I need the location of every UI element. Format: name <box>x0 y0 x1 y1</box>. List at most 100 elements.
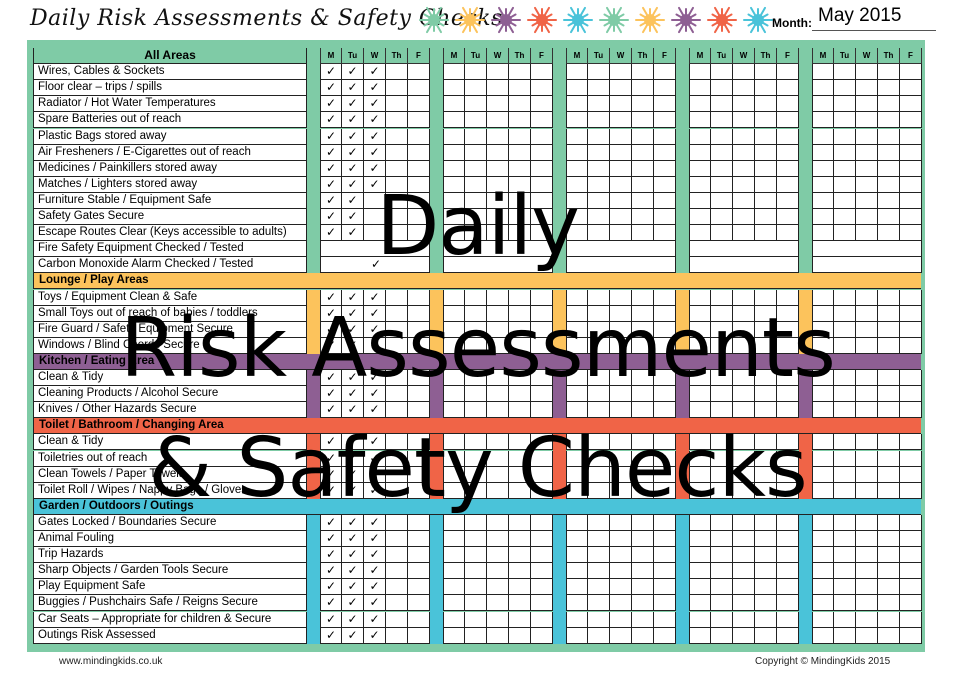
day-check-cell[interactable] <box>509 450 531 467</box>
day-check-cell[interactable] <box>465 611 487 628</box>
day-check-cell[interactable] <box>632 176 654 193</box>
day-check-cell[interactable] <box>812 627 834 644</box>
day-check-cell[interactable] <box>711 337 733 354</box>
day-check-cell[interactable] <box>654 579 676 596</box>
day-check-cell[interactable] <box>443 531 465 548</box>
day-check-cell[interactable] <box>408 80 430 97</box>
day-check-cell[interactable] <box>878 192 900 209</box>
weekly-check-cell[interactable] <box>443 241 553 258</box>
day-check-cell[interactable] <box>588 450 610 467</box>
day-check-cell[interactable] <box>610 289 632 306</box>
day-check-cell[interactable] <box>465 192 487 209</box>
day-check-cell[interactable] <box>777 64 799 81</box>
day-check-cell[interactable] <box>856 627 878 644</box>
day-check-cell[interactable] <box>900 466 922 483</box>
day-check-cell[interactable] <box>465 450 487 467</box>
day-check-cell[interactable] <box>408 96 430 113</box>
day-check-cell[interactable] <box>566 531 588 548</box>
day-check-cell[interactable] <box>509 192 531 209</box>
day-check-cell[interactable] <box>566 192 588 209</box>
day-check-cell[interactable] <box>566 160 588 177</box>
day-check-cell[interactable]: ✓ <box>320 386 342 403</box>
day-check-cell[interactable]: ✓ <box>364 595 386 612</box>
day-check-cell[interactable]: ✓ <box>364 370 386 387</box>
day-check-cell[interactable] <box>566 611 588 628</box>
day-check-cell[interactable] <box>812 434 834 451</box>
day-check-cell[interactable] <box>733 386 755 403</box>
day-check-cell[interactable] <box>610 434 632 451</box>
day-check-cell[interactable] <box>408 289 430 306</box>
day-check-cell[interactable] <box>408 192 430 209</box>
day-check-cell[interactable] <box>812 611 834 628</box>
day-check-cell[interactable] <box>834 595 856 612</box>
day-check-cell[interactable]: ✓ <box>364 514 386 531</box>
day-check-cell[interactable] <box>443 289 465 306</box>
day-check-cell[interactable] <box>509 209 531 226</box>
day-check-cell[interactable]: ✓ <box>342 482 364 499</box>
day-check-cell[interactable] <box>487 547 509 564</box>
day-check-cell[interactable] <box>588 547 610 564</box>
day-check-cell[interactable] <box>689 595 711 612</box>
day-check-cell[interactable] <box>755 305 777 322</box>
day-check-cell[interactable] <box>689 563 711 580</box>
day-check-cell[interactable] <box>654 160 676 177</box>
day-check-cell[interactable] <box>509 289 531 306</box>
day-check-cell[interactable] <box>465 514 487 531</box>
day-check-cell[interactable] <box>856 160 878 177</box>
day-check-cell[interactable] <box>654 514 676 531</box>
day-check-cell[interactable] <box>755 611 777 628</box>
day-check-cell[interactable] <box>812 112 834 129</box>
day-check-cell[interactable] <box>566 450 588 467</box>
day-check-cell[interactable]: ✓ <box>342 128 364 145</box>
day-check-cell[interactable] <box>566 402 588 419</box>
day-check-cell[interactable] <box>711 192 733 209</box>
day-check-cell[interactable] <box>443 337 465 354</box>
day-check-cell[interactable]: ✓ <box>320 64 342 81</box>
day-check-cell[interactable] <box>566 563 588 580</box>
day-check-cell[interactable] <box>777 434 799 451</box>
day-check-cell[interactable] <box>509 627 531 644</box>
day-check-cell[interactable] <box>531 579 553 596</box>
day-check-cell[interactable] <box>711 96 733 113</box>
day-check-cell[interactable] <box>465 176 487 193</box>
weekly-check-cell[interactable] <box>566 257 676 274</box>
day-check-cell[interactable] <box>487 305 509 322</box>
day-check-cell[interactable]: ✓ <box>364 627 386 644</box>
day-check-cell[interactable] <box>654 192 676 209</box>
day-check-cell[interactable] <box>566 80 588 97</box>
day-check-cell[interactable] <box>465 402 487 419</box>
day-check-cell[interactable] <box>566 579 588 596</box>
day-check-cell[interactable] <box>689 531 711 548</box>
day-check-cell[interactable]: ✓ <box>342 160 364 177</box>
day-check-cell[interactable] <box>610 611 632 628</box>
day-check-cell[interactable] <box>812 450 834 467</box>
day-check-cell[interactable] <box>654 128 676 145</box>
day-check-cell[interactable]: ✓ <box>342 531 364 548</box>
day-check-cell[interactable]: ✓ <box>320 225 342 242</box>
day-check-cell[interactable] <box>900 482 922 499</box>
day-check-cell[interactable] <box>834 160 856 177</box>
day-check-cell[interactable] <box>812 531 834 548</box>
day-check-cell[interactable] <box>588 192 610 209</box>
day-check-cell[interactable] <box>777 450 799 467</box>
day-check-cell[interactable] <box>856 514 878 531</box>
day-check-cell[interactable] <box>654 386 676 403</box>
day-check-cell[interactable] <box>856 225 878 242</box>
day-check-cell[interactable] <box>487 514 509 531</box>
day-check-cell[interactable] <box>711 547 733 564</box>
day-check-cell[interactable] <box>465 337 487 354</box>
day-check-cell[interactable] <box>465 579 487 596</box>
day-check-cell[interactable]: ✓ <box>342 595 364 612</box>
day-check-cell[interactable] <box>531 627 553 644</box>
day-check-cell[interactable]: ✓ <box>364 434 386 451</box>
weekly-check-cell[interactable] <box>812 257 922 274</box>
day-check-cell[interactable] <box>711 531 733 548</box>
day-check-cell[interactable] <box>509 128 531 145</box>
day-check-cell[interactable] <box>531 370 553 387</box>
day-check-cell[interactable] <box>632 80 654 97</box>
day-check-cell[interactable] <box>689 547 711 564</box>
day-check-cell[interactable] <box>812 595 834 612</box>
day-check-cell[interactable] <box>632 112 654 129</box>
day-check-cell[interactable]: ✓ <box>320 434 342 451</box>
day-check-cell[interactable] <box>834 192 856 209</box>
